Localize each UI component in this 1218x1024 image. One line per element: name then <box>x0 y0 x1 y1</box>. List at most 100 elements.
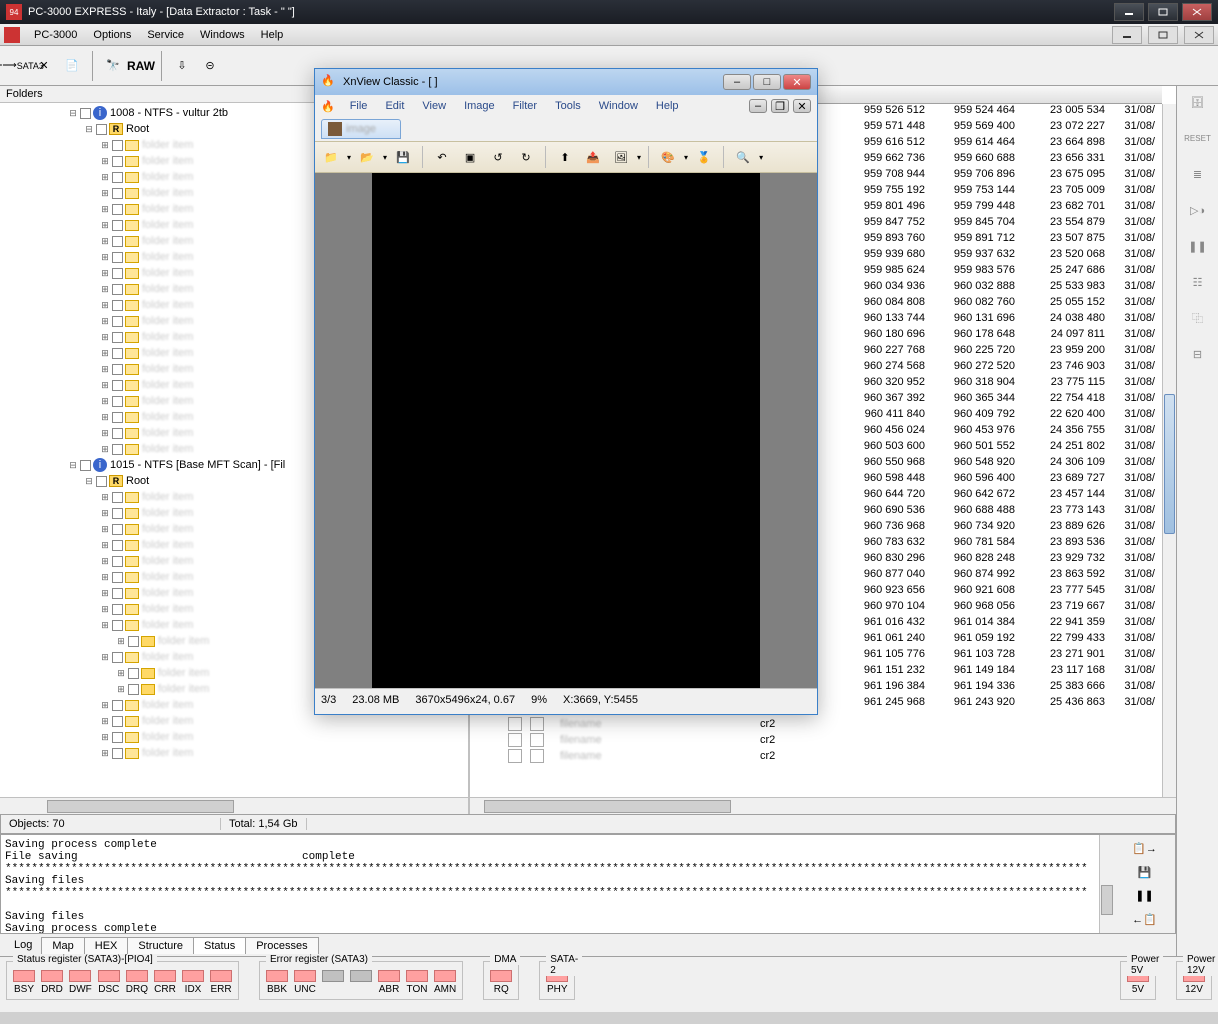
filter-icon[interactable]: ⇩ <box>170 54 194 78</box>
save-icon[interactable]: 💾 <box>1138 866 1152 879</box>
table-row[interactable]: 960 133 744960 131 69624 038 48031/08/ <box>842 312 1162 328</box>
table-row[interactable]: 960 503 600960 501 55224 251 80231/08/ <box>842 440 1162 456</box>
tab-hex[interactable]: HEX <box>84 937 129 954</box>
close-button[interactable] <box>1182 3 1212 21</box>
maximize-button[interactable] <box>1148 3 1178 21</box>
table-row[interactable]: 959 939 680959 937 63223 520 06831/08/ <box>842 248 1162 264</box>
table-row[interactable]: 960 877 040960 874 99223 863 59231/08/ <box>842 568 1162 584</box>
table-row[interactable]: 960 320 952960 318 90423 775 11531/08/ <box>842 376 1162 392</box>
grid-hscrollbar[interactable] <box>470 797 1176 814</box>
up-icon[interactable]: ⬆ <box>553 145 577 169</box>
xnview-menu-help[interactable]: Help <box>649 98 686 114</box>
browse-icon[interactable]: 📁 <box>319 145 343 169</box>
xnview-window[interactable]: 🔥 XnView Classic - [ ] – □ ✕ 🔥 FileEditV… <box>314 68 818 715</box>
menu-windows[interactable]: Windows <box>192 27 253 43</box>
xnview-menu-window[interactable]: Window <box>592 98 645 114</box>
menu-service[interactable]: Service <box>139 27 192 43</box>
table-row[interactable]: 960 783 632960 781 58423 893 53631/08/ <box>842 536 1162 552</box>
table-row[interactable]: 959 755 192959 753 14423 705 00931/08/ <box>842 184 1162 200</box>
minimize-button[interactable] <box>1114 3 1144 21</box>
image-icon[interactable]: 🖼 <box>609 145 633 169</box>
binoculars-icon[interactable]: 🔭 <box>101 54 125 78</box>
table-row[interactable]: 959 893 760959 891 71223 507 87531/08/ <box>842 232 1162 248</box>
table-row[interactable]: 960 923 656960 921 60823 777 54531/08/ <box>842 584 1162 600</box>
table-row[interactable]: 961 061 240961 059 19222 799 43331/08/ <box>842 632 1162 648</box>
undo-icon[interactable]: ↶ <box>430 145 454 169</box>
table-row[interactable]: 960 227 768960 225 72023 959 20031/08/ <box>842 344 1162 360</box>
table-row[interactable]: 960 690 536960 688 48823 773 14331/08/ <box>842 504 1162 520</box>
page-icon[interactable]: 📄 <box>60 54 84 78</box>
pause-icon[interactable]: ❚❚ <box>1184 234 1212 258</box>
table-row[interactable]: 960 970 104960 968 05623 719 66731/08/ <box>842 600 1162 616</box>
table-row[interactable]: 961 105 776961 103 72823 271 90131/08/ <box>842 648 1162 664</box>
xnview-menu-filter[interactable]: Filter <box>506 98 544 114</box>
table-row[interactable]: 960 411 840960 409 79222 620 40031/08/ <box>842 408 1162 424</box>
tab-map[interactable]: Map <box>41 937 84 954</box>
xnview-menu-view[interactable]: View <box>415 98 453 114</box>
load-icon[interactable]: ←📋 <box>1132 913 1157 926</box>
mdi-restore-button[interactable] <box>1148 26 1178 44</box>
tree-row[interactable]: ⊞folder item <box>0 745 468 761</box>
export-icon[interactable]: 📋→ <box>1132 842 1157 855</box>
table-row[interactable]: 960 598 448960 596 40023 689 72731/08/ <box>842 472 1162 488</box>
xnview-minimize-button[interactable]: – <box>723 74 751 90</box>
list-item[interactable]: filenamecr2 <box>484 748 830 764</box>
open-icon[interactable]: 📂 <box>355 145 379 169</box>
tree-row[interactable]: ⊞folder item <box>0 713 468 729</box>
xnview-canvas[interactable] <box>315 173 817 688</box>
network-icon[interactable]: ☷ <box>1184 270 1212 294</box>
tab-processes[interactable]: Processes <box>245 937 318 954</box>
table-row[interactable]: 961 196 384961 194 33625 383 66631/08/ <box>842 680 1162 696</box>
raw-button[interactable]: RAW <box>129 54 153 78</box>
menu-options[interactable]: Options <box>85 27 139 43</box>
menu-pc-3000[interactable]: PC-3000 <box>26 27 85 43</box>
list-item[interactable]: filenamecr2 <box>484 716 830 732</box>
xnview-menu-tools[interactable]: Tools <box>548 98 588 114</box>
rotate-left-icon[interactable]: ↺ <box>486 145 510 169</box>
table-row[interactable]: 959 616 512959 614 46423 664 89831/08/ <box>842 136 1162 152</box>
xnview-menu-edit[interactable]: Edit <box>378 98 411 114</box>
xnview-tab[interactable]: image <box>321 119 401 139</box>
table-row[interactable]: 960 180 696960 178 64824 097 81131/08/ <box>842 328 1162 344</box>
pause-icon[interactable]: ❚❚ <box>1135 889 1153 902</box>
xnview-mdi-close[interactable]: ✕ <box>793 99 811 113</box>
columns-icon[interactable]: ≣ <box>1184 162 1212 186</box>
grid-vscrollbar[interactable] <box>1162 104 1176 797</box>
xnview-close-button[interactable]: ✕ <box>783 74 811 90</box>
reset-icon[interactable]: RESET <box>1184 126 1212 150</box>
xnview-maximize-button[interactable]: □ <box>753 74 781 90</box>
table-row[interactable]: 960 736 968960 734 92023 889 62631/08/ <box>842 520 1162 536</box>
table-row[interactable]: 960 550 968960 548 92024 306 10931/08/ <box>842 456 1162 472</box>
xnview-menu-image[interactable]: Image <box>457 98 502 114</box>
list-item[interactable]: filenamecr2 <box>484 732 830 748</box>
xnview-menu-file[interactable]: File <box>343 98 375 114</box>
mdi-minimize-button[interactable] <box>1112 26 1142 44</box>
db-icon[interactable]: 🗄 <box>1184 90 1212 114</box>
ribbon-icon[interactable]: 🏅 <box>692 145 716 169</box>
tab-log[interactable]: Log <box>4 937 42 953</box>
rotate-right-icon[interactable]: ↻ <box>514 145 538 169</box>
zoom-icon[interactable]: 🔍 <box>731 145 755 169</box>
table-row[interactable]: 959 801 496959 799 44823 682 70131/08/ <box>842 200 1162 216</box>
table-row[interactable]: 960 367 392960 365 34422 754 41831/08/ <box>842 392 1162 408</box>
menu-help[interactable]: Help <box>253 27 292 43</box>
disk-icon[interactable]: ⊝ <box>198 54 222 78</box>
copy-icon[interactable]: ⿻ <box>1184 306 1212 330</box>
table-row[interactable]: 959 662 736959 660 68823 656 33131/08/ <box>842 152 1162 168</box>
mdi-close-button[interactable] <box>1184 26 1214 44</box>
table-row[interactable]: 959 708 944959 706 89623 675 09531/08/ <box>842 168 1162 184</box>
tools-icon[interactable]: ✕ <box>32 54 56 78</box>
table-row[interactable]: 961 151 232961 149 18423 117 16831/08/ <box>842 664 1162 680</box>
hdd-icon[interactable]: ⊟ <box>1184 342 1212 366</box>
speaker-icon[interactable]: ▷◑ <box>1184 198 1212 222</box>
xnview-mdi-minimize[interactable]: – <box>749 99 767 113</box>
palette-icon[interactable]: 🎨 <box>656 145 680 169</box>
table-row[interactable]: 960 456 024960 453 97624 356 75531/08/ <box>842 424 1162 440</box>
table-row[interactable]: 959 847 752959 845 70423 554 87931/08/ <box>842 216 1162 232</box>
table-row[interactable]: 959 985 624959 983 57625 247 68631/08/ <box>842 264 1162 280</box>
save-icon[interactable]: 💾 <box>391 145 415 169</box>
crop-icon[interactable]: ▣ <box>458 145 482 169</box>
tab-status[interactable]: Status <box>193 937 246 954</box>
table-row[interactable]: 961 016 432961 014 38422 941 35931/08/ <box>842 616 1162 632</box>
tree-hscrollbar[interactable] <box>0 797 468 814</box>
